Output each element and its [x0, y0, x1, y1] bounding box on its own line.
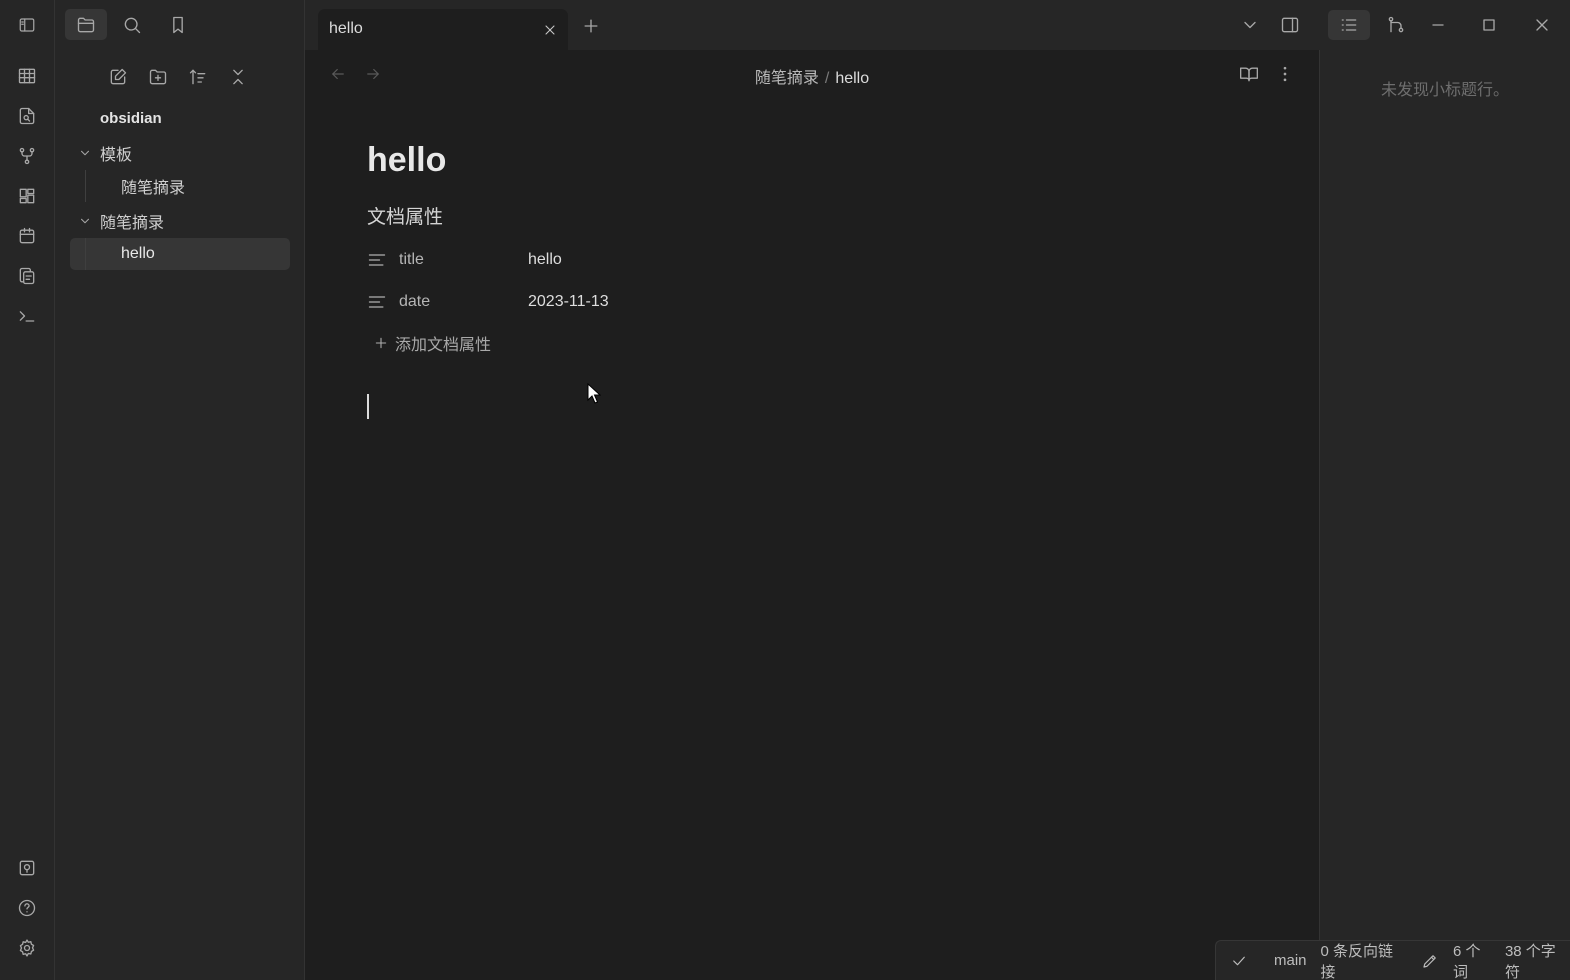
status-backlinks[interactable]: 0 条反向链接	[1321, 940, 1407, 980]
calendar-icon[interactable]	[8, 220, 46, 252]
file-search-icon[interactable]	[8, 100, 46, 132]
file-item[interactable]: 随笔摘录	[70, 170, 290, 202]
git-branch-icon[interactable]	[1379, 10, 1413, 40]
settings-gear-icon[interactable]	[8, 932, 46, 964]
ribbon	[0, 0, 55, 980]
property-key[interactable]: title	[387, 251, 528, 269]
files-folder-icon[interactable]	[65, 9, 107, 40]
check-icon[interactable]	[1230, 952, 1248, 970]
file-tree: obsidian 模板 随笔摘录 随笔摘录 hello	[70, 104, 290, 272]
toggle-right-sidebar-icon[interactable]	[1273, 10, 1307, 40]
folder-label: 随笔摘录	[100, 215, 165, 232]
canvas-icon[interactable]	[8, 180, 46, 212]
outline-empty-message: 未发现小标题行。	[1380, 82, 1509, 99]
add-property-button[interactable]: 添加文档属性	[367, 331, 1247, 355]
outline-list-icon[interactable]	[1328, 10, 1370, 40]
new-folder-icon[interactable]	[143, 62, 173, 92]
vault-name: obsidian	[100, 110, 162, 127]
collapse-all-icon[interactable]	[223, 62, 253, 92]
text-lines-icon[interactable]	[367, 292, 387, 312]
breadcrumb-folder[interactable]: 随笔摘录	[755, 70, 819, 87]
editor-pane: 随笔摘录 / hello hello 文档属性 title hello date 2…	[305, 50, 1319, 980]
text-lines-icon[interactable]	[367, 250, 387, 270]
plus-icon	[373, 335, 389, 351]
vault-switch-icon[interactable]	[8, 852, 46, 884]
tab-list-chevron-down-icon[interactable]	[1235, 10, 1265, 40]
table-icon[interactable]	[8, 60, 46, 92]
status-word-count: 6 个词	[1452, 942, 1481, 980]
property-value[interactable]: 2023-11-13	[528, 293, 609, 311]
file-explorer-sidebar: obsidian 模板 随笔摘录 随笔摘录 hello	[55, 0, 305, 980]
close-icon[interactable]	[538, 18, 562, 42]
property-key[interactable]: date	[387, 293, 528, 311]
minimize-icon[interactable]	[1423, 10, 1453, 40]
bookmark-icon[interactable]	[157, 9, 199, 40]
file-item-active[interactable]: hello	[70, 238, 290, 270]
folder-item[interactable]: 随笔摘录	[70, 204, 290, 238]
property-row: date 2023-11-13	[367, 283, 1247, 321]
status-bar: main 0 条反向链接 6 个词 38 个字符	[1215, 940, 1570, 980]
maximize-icon[interactable]	[1474, 10, 1504, 40]
status-branch[interactable]: main	[1274, 952, 1307, 969]
folder-label: 模板	[100, 147, 133, 164]
new-note-icon[interactable]	[103, 62, 133, 92]
property-value[interactable]: hello	[528, 251, 562, 269]
file-label: hello	[121, 245, 155, 262]
mouse-pointer-icon	[587, 382, 602, 410]
file-nav-actions	[103, 62, 253, 92]
property-row: title hello	[367, 241, 1247, 279]
add-property-label: 添加文档属性	[395, 337, 492, 354]
note-content: hello 文档属性 title hello date 2023-11-13 添…	[367, 138, 1247, 355]
more-options-icon[interactable]	[1271, 60, 1299, 88]
chevron-down-icon	[70, 146, 100, 160]
text-caret	[367, 394, 369, 419]
breadcrumb-separator: /	[824, 70, 830, 87]
breadcrumb: 随笔摘录 / hello	[305, 64, 1319, 88]
outline-pane: 未发现小标题行。	[1319, 50, 1570, 980]
properties-heading[interactable]: 文档属性	[367, 202, 1247, 229]
graph-view-icon[interactable]	[8, 140, 46, 172]
sort-icon[interactable]	[183, 62, 213, 92]
reading-view-book-icon[interactable]	[1235, 60, 1263, 88]
tab-hello[interactable]: hello	[318, 9, 568, 50]
pencil-edit-icon[interactable]	[1421, 952, 1439, 970]
status-char-count: 38 个字符	[1504, 942, 1556, 980]
sidebar-tabs	[65, 9, 199, 41]
tab-title: hello	[329, 20, 363, 37]
copy-templates-icon[interactable]	[8, 260, 46, 292]
window-close-icon[interactable]	[1527, 10, 1557, 40]
new-tab-plus-icon[interactable]	[577, 12, 605, 40]
note-title[interactable]: hello	[367, 138, 1247, 182]
toggle-sidebar-icon[interactable]	[8, 10, 46, 40]
folder-item[interactable]: 模板	[70, 136, 290, 170]
view-actions	[1235, 60, 1299, 88]
file-label: 随笔摘录	[121, 180, 186, 197]
breadcrumb-current[interactable]: hello	[835, 70, 869, 87]
terminal-icon[interactable]	[8, 300, 46, 332]
help-icon[interactable]	[8, 892, 46, 924]
search-icon[interactable]	[111, 9, 153, 40]
chevron-down-icon	[70, 214, 100, 228]
tab-bar: hello	[305, 0, 1570, 50]
